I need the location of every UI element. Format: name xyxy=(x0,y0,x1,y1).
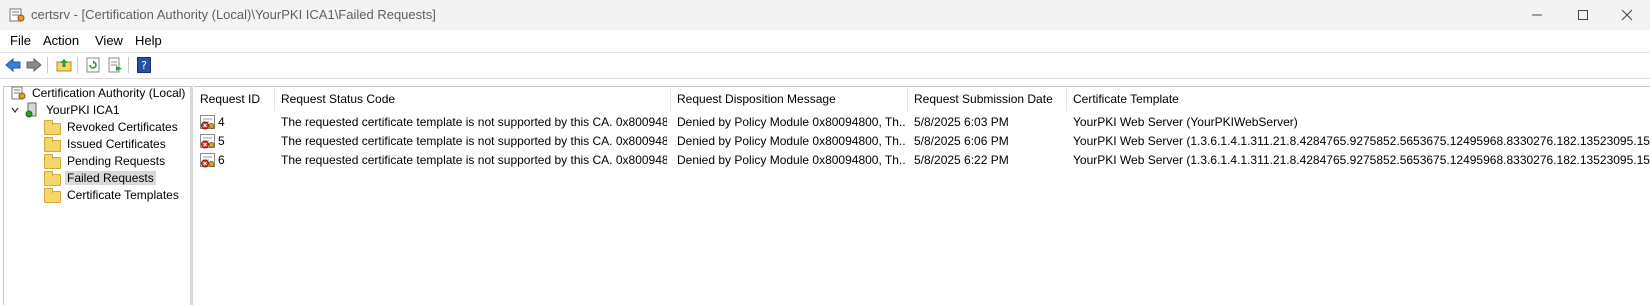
column-header-disposition-message[interactable]: Request Disposition Message xyxy=(671,87,907,111)
failed-request-icon xyxy=(200,115,215,130)
cell-request-id: 5 xyxy=(218,134,225,148)
certification-authority-icon xyxy=(11,86,26,100)
tree-root[interactable]: Certification Authority (Local) xyxy=(10,84,187,102)
tree-item-label: Failed Requests xyxy=(65,171,156,185)
table-row[interactable]: 6 The requested certificate template is … xyxy=(194,151,1650,170)
export-list-icon xyxy=(108,57,122,73)
menu-view[interactable]: View xyxy=(95,33,123,48)
maximize-icon xyxy=(1578,10,1588,20)
column-header-certificate-template[interactable]: Certificate Template xyxy=(1067,87,1650,111)
column-header-status-code[interactable]: Request Status Code xyxy=(275,87,670,111)
forward-button[interactable] xyxy=(25,56,43,74)
tree-item-certificate-templates[interactable]: Certificate Templates xyxy=(44,186,181,204)
cell-status-code: The requested certificate template is no… xyxy=(281,153,667,167)
certsrv-app-icon xyxy=(9,8,25,22)
forward-arrow-icon xyxy=(26,58,42,72)
cell-disposition-message: Denied by Policy Module 0x80094800, Th..… xyxy=(677,153,905,167)
refresh-icon xyxy=(86,57,100,73)
folder-icon xyxy=(44,137,61,152)
back-button[interactable] xyxy=(4,56,22,74)
svg-text:?: ? xyxy=(141,59,147,72)
title-bar[interactable]: certsrv - [Certification Authority (Loca… xyxy=(0,0,1650,30)
tree-root-label: Certification Authority (Local) xyxy=(32,86,186,100)
cell-certificate-template: YourPKI Web Server (1.3.6.1.4.1.311.21.8… xyxy=(1073,134,1650,148)
toolbar: ? xyxy=(0,53,1650,79)
maximize-button[interactable] xyxy=(1560,0,1606,30)
up-one-level-button[interactable] xyxy=(55,56,73,74)
tree-item-issued-certificates[interactable]: Issued Certificates xyxy=(44,135,168,153)
help-button[interactable]: ? xyxy=(135,56,153,74)
close-button[interactable] xyxy=(1604,0,1650,30)
cell-submission-date: 5/8/2025 6:06 PM xyxy=(914,134,1009,148)
failed-request-icon xyxy=(200,134,215,149)
cell-disposition-message: Denied by Policy Module 0x80094800, Th..… xyxy=(677,115,905,129)
tree-item-label: Pending Requests xyxy=(67,154,166,168)
cell-certificate-template: YourPKI Web Server (YourPKIWebServer) xyxy=(1073,115,1298,129)
menu-bar: File Action View Help xyxy=(0,30,1650,53)
menu-help[interactable]: Help xyxy=(135,33,162,48)
tree-item-label: Certificate Templates xyxy=(67,188,179,202)
folder-icon xyxy=(44,154,61,169)
back-arrow-icon xyxy=(5,58,21,72)
close-icon xyxy=(1621,9,1633,21)
folder-icon xyxy=(44,120,61,135)
cell-status-code: The requested certificate template is no… xyxy=(281,134,667,148)
cell-submission-date: 5/8/2025 6:22 PM xyxy=(914,153,1009,167)
export-list-button[interactable] xyxy=(106,56,124,74)
tree-item-revoked-certificates[interactable]: Revoked Certificates xyxy=(44,118,180,136)
refresh-button[interactable] xyxy=(84,56,102,74)
result-list: Request ID Request Status Code Request D… xyxy=(194,86,1650,305)
tree-ca-node[interactable]: YourPKI ICA1 xyxy=(10,101,122,119)
column-header-request-id[interactable]: Request ID xyxy=(194,87,274,111)
table-row[interactable]: 5 The requested certificate template is … xyxy=(194,132,1650,151)
ca-server-icon xyxy=(25,102,37,118)
table-row[interactable]: 4 The requested certificate template is … xyxy=(194,113,1650,132)
folder-icon xyxy=(44,171,61,186)
cell-status-code: The requested certificate template is no… xyxy=(281,115,667,129)
cell-disposition-message: Denied by Policy Module 0x80094800, Th..… xyxy=(677,134,905,148)
tree-item-failed-requests[interactable]: Failed Requests xyxy=(44,169,156,187)
column-header-submission-date[interactable]: Request Submission Date xyxy=(908,87,1066,111)
menu-file[interactable]: File xyxy=(10,33,31,48)
console-tree: Certification Authority (Local) YourPKI … xyxy=(3,86,193,305)
window-title: certsrv - [Certification Authority (Loca… xyxy=(31,7,436,22)
cell-request-id: 4 xyxy=(218,115,225,129)
tree-item-label: Issued Certificates xyxy=(67,137,166,151)
cell-submission-date: 5/8/2025 6:03 PM xyxy=(914,115,1009,129)
tree-ca-label: YourPKI ICA1 xyxy=(46,103,120,117)
minimize-icon xyxy=(1532,14,1542,16)
minimize-button[interactable] xyxy=(1514,0,1560,30)
failed-request-icon xyxy=(200,153,215,168)
tree-item-label: Revoked Certificates xyxy=(67,120,178,134)
folder-icon xyxy=(44,188,61,203)
cell-request-id: 6 xyxy=(218,153,225,167)
up-folder-icon xyxy=(56,59,72,72)
chevron-down-icon[interactable] xyxy=(10,105,20,115)
tree-item-pending-requests[interactable]: Pending Requests xyxy=(44,152,167,170)
cell-certificate-template: YourPKI Web Server (1.3.6.1.4.1.311.21.8… xyxy=(1073,153,1650,167)
help-icon: ? xyxy=(137,57,151,73)
menu-action[interactable]: Action xyxy=(43,33,79,48)
